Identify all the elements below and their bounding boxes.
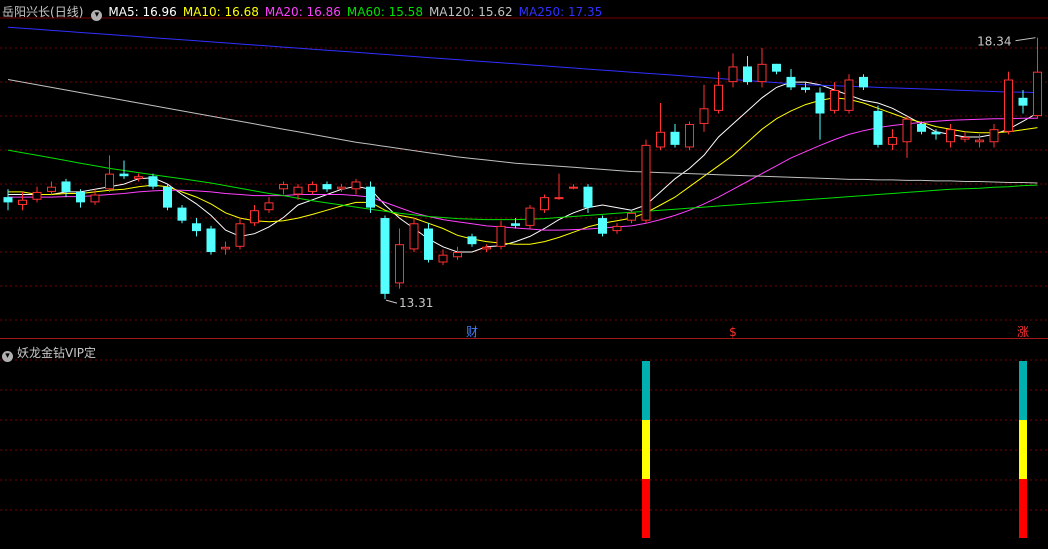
candle [1033,37,1042,119]
candle [525,204,535,229]
ma-legend: MA5: 16.96 MA10: 16.68 MA20: 16.86 MA60: 15… [108,5,608,19]
candle [32,186,42,203]
indicator-panel[interactable] [0,339,1048,545]
candle [395,228,404,289]
low-pointer [385,299,398,304]
candle [801,82,810,93]
ma-line-ma250 [7,26,1038,94]
candle [685,121,694,151]
candle [757,48,767,88]
signal-bar [642,361,650,538]
candle [699,84,709,132]
candle [366,181,375,213]
candle [424,223,433,263]
high-price-label: 18.34 [977,35,1011,49]
candle [772,63,781,75]
candle [322,181,332,192]
candle [873,105,883,148]
candle [467,233,477,247]
candle [482,244,491,253]
chevron-down-icon[interactable]: ▾ [91,10,103,21]
candle [47,181,56,195]
chevron-down-icon[interactable]: ▾ [2,351,13,362]
indicator-header: ▾ 妖龙金钻VIP定 [2,344,96,362]
event-marker-0[interactable]: 财 [466,325,478,339]
candle [670,123,680,148]
candle [815,87,825,140]
candle [351,178,361,195]
candle [264,197,274,213]
candle [453,246,462,260]
candle [902,116,912,158]
candle [3,189,13,211]
candle [888,129,897,151]
candle [409,218,419,253]
candle [76,189,85,208]
low-price-label: 13.31 [399,296,433,310]
candle [612,223,622,234]
candle [540,194,549,213]
candle [148,173,158,190]
ma-label-3: MA60: 15.58 [346,5,423,19]
candle [946,123,955,148]
stock-name: 岳阳兴长 [2,5,51,19]
candle [279,181,288,195]
candle [105,155,114,192]
ma-label-1: MA10: 16.68 [182,5,259,19]
ma-line-ma20 [8,117,1038,231]
event-marker-2[interactable]: 涨 [1017,324,1029,339]
ma-line-ma10 [8,97,1038,245]
signal-bar [1019,361,1027,538]
candle [554,173,564,200]
ma-label-0: MA5: 16.96 [108,5,177,19]
candle [830,82,839,114]
candle [177,204,187,224]
main-chart-panel[interactable]: 18.34 13.31 财 $ 涨 [0,0,1048,339]
ma-line-ma60 [7,149,1038,221]
candle [1018,89,1028,114]
period-label: (日线) [50,5,84,19]
main-header: 岳阳兴长(日线) ▾ MA5: 16.96 MA10: 16.68 MA20: 16.8… [2,3,614,21]
candle [786,69,796,90]
candle [380,215,390,300]
candle [250,204,259,226]
candle [61,178,71,198]
ma-label-4: MA120: 15.62 [428,5,513,19]
candlestick-chart[interactable]: 18.34 13.31 财 $ 涨 [0,0,1048,339]
candle [308,181,317,195]
candle [1004,71,1013,135]
candle [859,74,868,90]
candle [989,123,999,148]
candle [743,55,752,85]
candle [163,184,172,211]
indicator-name: 妖龙金钻VIP定 [17,346,96,360]
event-marker-1[interactable]: $ [729,325,737,339]
ma-label-5: MA250: 17.35 [518,5,603,19]
candle [496,220,506,250]
candle [569,184,578,190]
candle [844,74,854,114]
candle [641,139,651,224]
candle [235,218,245,250]
candle [656,103,665,151]
candle [192,218,201,237]
candle [598,215,607,237]
candle [931,129,941,140]
ma-line-ma120 [7,79,1038,184]
indicator-chart [0,359,1048,538]
ma-label-2: MA20: 16.86 [264,5,341,19]
candle [206,225,216,255]
candle [221,241,230,255]
high-pointer [1015,37,1036,42]
